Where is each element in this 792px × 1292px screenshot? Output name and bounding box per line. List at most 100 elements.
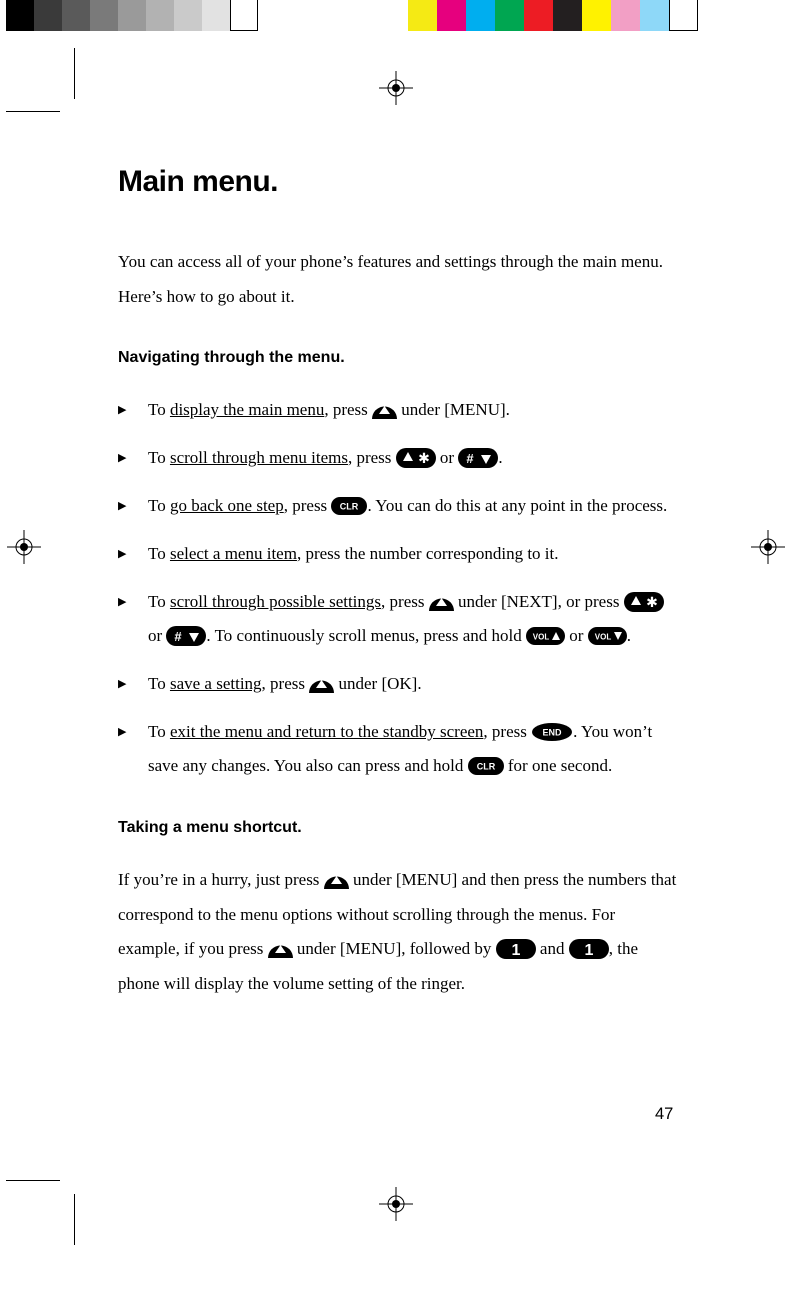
text: To (148, 674, 170, 693)
svg-text:✱: ✱ (418, 450, 430, 466)
nav-up-key-icon: ✱ (396, 448, 436, 468)
nav-down-key-icon: # (166, 626, 206, 646)
action-phrase: display the main menu (170, 400, 324, 419)
vol-down-key-icon: VOL (588, 627, 627, 645)
swatch (466, 0, 495, 31)
crop-mark (74, 1194, 75, 1245)
soft-key-icon (309, 675, 334, 693)
action-phrase: scroll through menu items (170, 448, 348, 467)
swatch (6, 0, 34, 31)
text: To (148, 448, 170, 467)
clr-key-icon: CLR (331, 497, 367, 515)
text: . (627, 626, 631, 645)
crop-mark (6, 1180, 60, 1181)
action-phrase: save a setting (170, 674, 262, 693)
svg-text:CLR: CLR (476, 761, 495, 771)
shortcut-paragraph: If you’re in a hurry, just press under [… (118, 863, 678, 1002)
svg-text:#: # (175, 629, 183, 644)
list-item: To select a menu item, press the number … (118, 537, 678, 571)
text: To (148, 592, 170, 611)
nav-down-key-icon: # (458, 448, 498, 468)
text: . You can do this at any point in the pr… (367, 496, 667, 515)
text: . (498, 448, 502, 467)
nav-up-key-icon: ✱ (624, 592, 664, 612)
vol-up-key-icon: VOL (526, 627, 565, 645)
grayscale-swatches (6, 0, 258, 31)
text: , press (483, 722, 531, 741)
action-phrase: select a menu item (170, 544, 297, 563)
swatch (202, 0, 230, 31)
crop-mark (6, 111, 60, 112)
swatch (230, 0, 258, 31)
swatch (62, 0, 90, 31)
text: , press (381, 592, 429, 611)
swatch (118, 0, 146, 31)
swatch (640, 0, 669, 31)
registration-mark-icon (751, 530, 785, 564)
swatch (495, 0, 524, 31)
soft-key-icon (429, 593, 454, 611)
list-item: To scroll through possible settings, pre… (118, 585, 678, 653)
registration-mark-icon (7, 530, 41, 564)
svg-text:#: # (467, 451, 475, 466)
text: To (148, 722, 170, 741)
swatch (524, 0, 553, 31)
text: under [MENU]. (397, 400, 510, 419)
svg-text:VOL: VOL (533, 632, 550, 641)
registration-mark-icon (379, 1187, 413, 1221)
list-item: To scroll through menu items, press ✱ or… (118, 441, 678, 475)
list-item: To display the main menu, press under [M… (118, 393, 678, 427)
action-phrase: scroll through possible settings (170, 592, 381, 611)
text: , press (324, 400, 372, 419)
soft-key-icon (324, 871, 349, 889)
text: , press (348, 448, 396, 467)
text: or (565, 626, 588, 645)
text: and (536, 939, 569, 958)
text: , press (262, 674, 310, 693)
end-key-icon: END (531, 723, 573, 741)
text: To (148, 544, 170, 563)
page-content: Main menu. You can access all of your ph… (118, 165, 678, 1002)
registration-mark-icon (379, 71, 413, 105)
svg-text:END: END (543, 727, 563, 737)
text: If you’re in a hurry, just press (118, 870, 324, 889)
text: To (148, 400, 170, 419)
page-number: 47 (655, 1105, 673, 1124)
swatch (437, 0, 466, 31)
swatch (34, 0, 62, 31)
text: , press the number corresponding to it. (297, 544, 559, 563)
svg-text:CLR: CLR (340, 501, 359, 511)
svg-text:✱: ✱ (646, 594, 658, 610)
swatch (553, 0, 582, 31)
section-heading: Navigating through the menu. (118, 349, 678, 367)
swatch (582, 0, 611, 31)
instruction-list: To display the main menu, press under [M… (118, 393, 678, 783)
swatch (146, 0, 174, 31)
list-item: To go back one step, press CLR . You can … (118, 489, 678, 523)
svg-text:1: 1 (584, 942, 593, 959)
text: or (436, 448, 459, 467)
svg-text:1: 1 (511, 942, 520, 959)
text: under [MENU], followed by (293, 939, 496, 958)
text: for one second. (504, 756, 613, 775)
text: or (148, 626, 166, 645)
text: To (148, 496, 170, 515)
text: , press (284, 496, 332, 515)
action-phrase: exit the menu and return to the standby … (170, 722, 483, 741)
action-phrase: go back one step (170, 496, 284, 515)
text: under [NEXT], or press (454, 592, 624, 611)
color-swatches (408, 0, 698, 31)
swatch (90, 0, 118, 31)
text: under [OK]. (334, 674, 421, 693)
swatch (669, 0, 698, 31)
section-heading: Taking a menu shortcut. (118, 819, 678, 837)
digit-1-key-icon: 1 (496, 939, 536, 959)
list-item: To exit the menu and return to the stand… (118, 715, 678, 783)
swatch (174, 0, 202, 31)
text: . To continuously scroll menus, press an… (206, 626, 526, 645)
digit-1-key-icon: 1 (569, 939, 609, 959)
clr-key-icon: CLR (468, 757, 504, 775)
soft-key-icon (268, 940, 293, 958)
swatch (408, 0, 437, 31)
svg-text:VOL: VOL (594, 632, 611, 641)
